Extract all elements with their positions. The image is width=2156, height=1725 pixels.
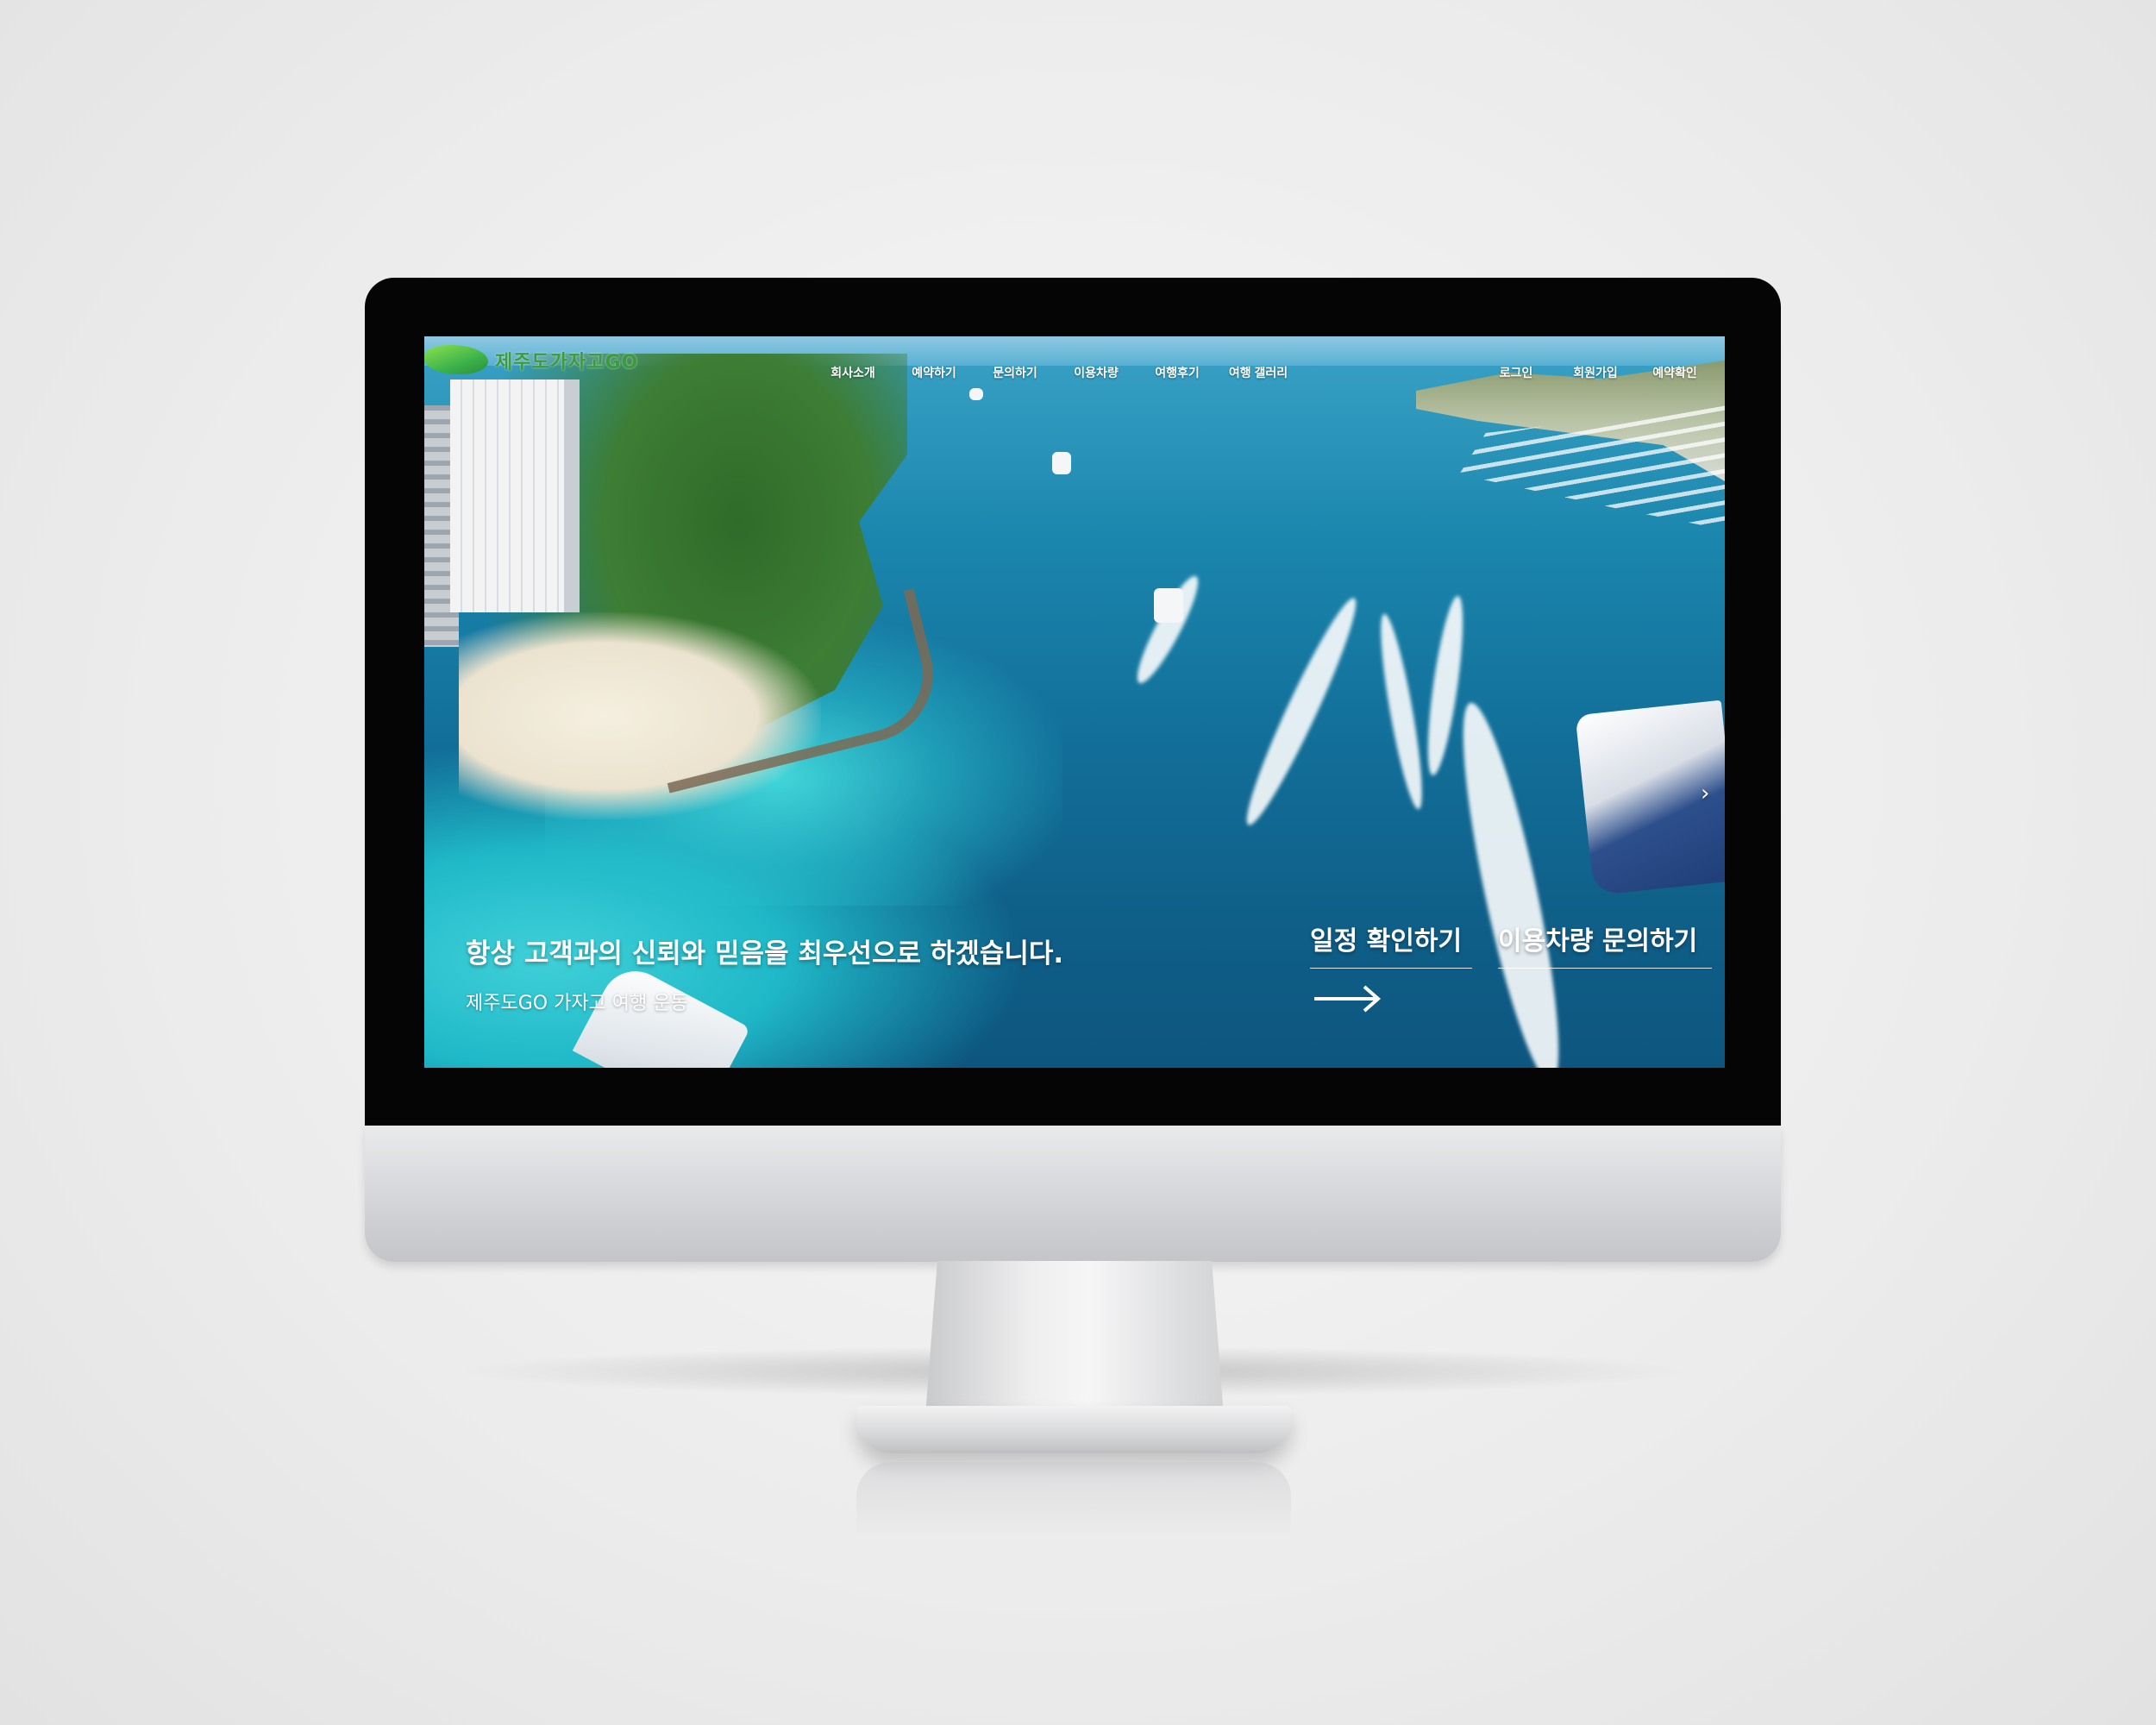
menu-item-vehicles[interactable]: 이용차량	[1056, 364, 1137, 381]
site-logo[interactable]: 제주도가자고GO	[424, 342, 649, 376]
jeju-island-icon	[424, 345, 488, 374]
menu-item-company[interactable]: 회사소개	[812, 364, 893, 381]
menu-item-gallery[interactable]: 여행 갤러리	[1218, 364, 1299, 381]
hero-title: 항상 고객과의 신뢰와 믿음을 최우선으로 하겠습니다.	[466, 938, 1064, 969]
stand-reflection	[856, 1462, 1291, 1540]
speedboat	[1154, 588, 1183, 623]
monitor-stand-neck	[925, 1261, 1224, 1416]
schedule-check-button[interactable]: 일정 확인하기	[1310, 919, 1472, 969]
logo-text: 제주도가자고GO	[495, 352, 639, 373]
arrow-right-icon[interactable]	[1313, 982, 1382, 1016]
utility-menu: 로그인 회원가입 예약확인	[1476, 364, 1714, 381]
reservation-check-link[interactable]: 예약확인	[1635, 364, 1714, 381]
hotel-building	[450, 380, 580, 612]
monitor-stand-base	[856, 1406, 1291, 1453]
jetski-wake	[1235, 592, 1368, 831]
hero-subtitle: 제주도GO 가자고 여행 운동	[466, 993, 688, 1014]
boat	[969, 388, 983, 400]
login-link[interactable]: 로그인	[1476, 364, 1556, 381]
jetski-wake	[1373, 612, 1430, 812]
menu-item-reviews[interactable]: 여행후기	[1137, 364, 1218, 381]
jetski-wake	[1445, 697, 1577, 1068]
boat	[1052, 452, 1071, 474]
monitor-chin	[365, 1126, 1781, 1262]
chevron-right-icon[interactable]: ›	[1701, 781, 1709, 806]
jetski-wake	[1420, 594, 1470, 777]
marina-docks	[1459, 405, 1725, 530]
main-menu: 회사소개 예약하기 문의하기 이용차량 여행후기 여행 갤러리	[812, 364, 1299, 381]
website-screen: 제주도가자고GO 회사소개 예약하기 문의하기 이용차량 여행후기 여행 갤러리…	[424, 336, 1725, 1068]
signup-link[interactable]: 회원가입	[1556, 364, 1635, 381]
menu-item-reservation[interactable]: 예약하기	[893, 364, 975, 381]
menu-item-inquiry[interactable]: 문의하기	[975, 364, 1056, 381]
vehicle-inquiry-button[interactable]: 이용차량 문의하기	[1498, 919, 1712, 969]
site-header: 제주도가자고GO 회사소개 예약하기 문의하기 이용차량 여행후기 여행 갤러리…	[424, 336, 1725, 388]
